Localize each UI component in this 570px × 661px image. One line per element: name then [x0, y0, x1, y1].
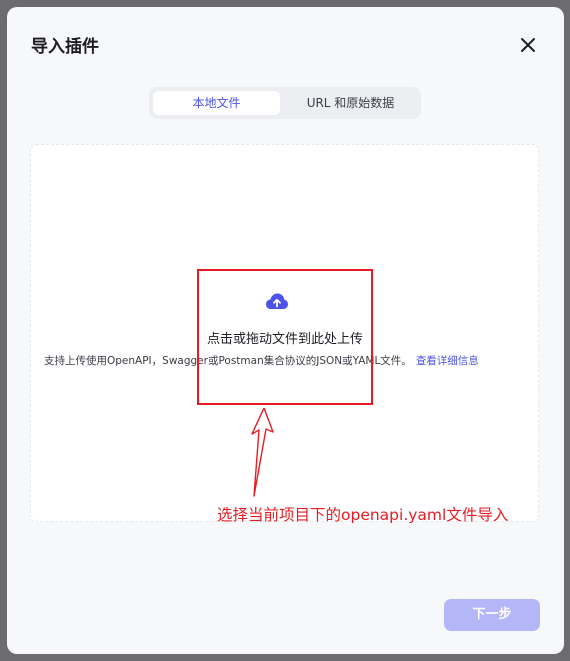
source-tabs: 本地文件 URL 和原始数据 — [149, 87, 421, 119]
close-icon[interactable] — [518, 35, 538, 55]
tab-local-file[interactable]: 本地文件 — [153, 91, 280, 115]
dialog-title: 导入插件 — [31, 37, 99, 57]
next-step-button[interactable]: 下一步 — [444, 599, 540, 631]
annotation-highlight-box — [197, 269, 373, 405]
tab-url-raw-data[interactable]: URL 和原始数据 — [284, 91, 417, 115]
annotation-arrow — [244, 407, 274, 498]
annotation-text: 选择当前项目下的openapi.yaml文件导入 — [217, 506, 509, 524]
view-details-link[interactable]: 查看详细信息 — [416, 355, 479, 367]
